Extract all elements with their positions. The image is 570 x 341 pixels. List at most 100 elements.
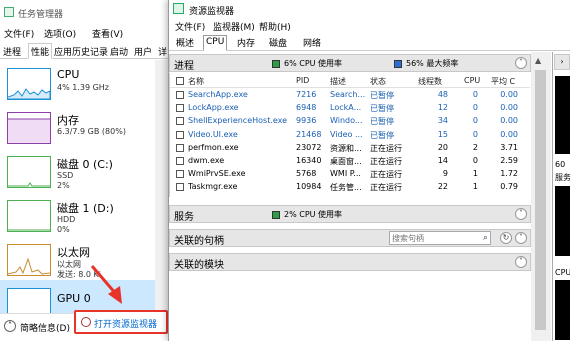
- table-row[interactable]: Taskmgr.exe 10984 任务管... 正在运行 22 1 0.79: [170, 181, 530, 194]
- cell-status: 已暂停: [370, 117, 394, 127]
- menu-monitor[interactable]: 监视器(M): [213, 20, 255, 33]
- sidebar-item-usage: 2%: [57, 181, 70, 190]
- column-pid[interactable]: PID: [296, 76, 309, 85]
- main-scrollbar[interactable]: ▲: [531, 52, 551, 341]
- chevron-down-icon[interactable]: ˅: [515, 232, 527, 244]
- menu-help[interactable]: 帮助(H): [259, 20, 291, 33]
- services-section-header[interactable]: 服务 2% CPU 使用率 ˅: [169, 205, 531, 223]
- row-checkbox[interactable]: [176, 170, 184, 179]
- chevron-down-icon[interactable]: ˅: [515, 256, 527, 268]
- cpu-usage-indicator: [272, 60, 280, 68]
- modules-section-header[interactable]: 关联的模块 ˅: [169, 253, 531, 271]
- sidebar-item-label: 磁盘 0 (C:): [57, 158, 113, 171]
- tab-processes[interactable]: 进程: [3, 45, 21, 58]
- refresh-icon[interactable]: ↻: [500, 232, 512, 244]
- handles-section-header[interactable]: 关联的句柄 ⌕ ↻ ˅: [169, 229, 531, 247]
- processes-table: 名称 PID 描述 状态 线程数 CPU 平均 C SearchApp.exe 7…: [169, 73, 531, 197]
- chevron-up-icon[interactable]: ˄: [4, 320, 16, 332]
- tab-cpu[interactable]: CPU: [203, 35, 228, 51]
- task-manager-window: 任务管理器 文件(F) 选项(O) 查看(V) 进程 性能 应用历史记录 启动 …: [0, 0, 172, 341]
- table-row[interactable]: WmiPrvSE.exe 5768 WMI P... 正在运行 9 1 1.72: [170, 168, 530, 181]
- cell-name: Video.UI.exe: [188, 129, 238, 139]
- row-checkbox[interactable]: [176, 183, 184, 192]
- cell-threads: 14: [437, 156, 448, 165]
- cell-description: Search...: [330, 90, 366, 99]
- cell-description: 桌面窗...: [330, 157, 362, 166]
- cell-name: ShellExperienceHost.exe: [188, 116, 288, 126]
- resource-monitor-app-icon: [173, 3, 184, 14]
- tab-details[interactable]: 详: [158, 45, 167, 58]
- menu-file[interactable]: 文件(F): [175, 20, 205, 33]
- sidebar-item-label: CPU: [57, 68, 80, 81]
- tab-memory[interactable]: 内存: [235, 36, 257, 49]
- scroll-up-icon[interactable]: ▲: [535, 56, 541, 65]
- cell-cpu: 0: [472, 129, 478, 139]
- sidebar-item-memory[interactable]: 内存 6.3/7.9 GB (80%): [0, 104, 155, 148]
- tab-network[interactable]: 网络: [301, 36, 323, 49]
- search-handles-box[interactable]: ⌕: [389, 231, 491, 245]
- row-checkbox[interactable]: [176, 143, 184, 152]
- processes-section-title: 进程: [174, 61, 194, 72]
- column-cpu[interactable]: CPU: [464, 76, 480, 85]
- search-handles-input[interactable]: [392, 232, 476, 244]
- cell-threads: 48: [437, 90, 448, 99]
- disk0-mini-graph: [7, 156, 51, 188]
- row-checkbox[interactable]: [176, 104, 184, 113]
- row-checkbox[interactable]: [176, 117, 184, 126]
- sidebar-item-disk-0[interactable]: 磁盘 0 (C:) SSD 2%: [0, 148, 155, 192]
- menu-options[interactable]: 选项(O): [44, 27, 76, 40]
- processes-section-header[interactable]: 进程 6% CPU 使用率 56% 最大频率 ˄: [169, 54, 531, 72]
- sidebar-item-disk-1[interactable]: 磁盘 1 (D:) HDD 0%: [0, 192, 155, 236]
- tab-overview[interactable]: 概述: [174, 36, 196, 49]
- tab-startup[interactable]: 启动: [110, 45, 128, 58]
- cell-status: 正在运行: [370, 143, 402, 153]
- table-row[interactable]: dwm.exe 16340 桌面窗... 正在运行 14 0 2.59: [170, 155, 530, 168]
- open-resource-monitor-link[interactable]: 打开资源监视器: [74, 310, 168, 334]
- menu-view[interactable]: 查看(V): [92, 27, 123, 40]
- cell-average-cpu: 0.00: [500, 103, 518, 113]
- menu-file[interactable]: 文件(F): [4, 27, 34, 40]
- scrollbar-thumb[interactable]: [535, 70, 546, 330]
- cell-cpu: 1: [472, 182, 478, 192]
- cell-pid: 16340: [296, 156, 322, 165]
- sidebar-item-ethernet[interactable]: 以太网 以太网 发送: 8.0 Ki: [0, 236, 155, 280]
- tab-app-history[interactable]: 应用历史记录: [54, 45, 108, 58]
- row-checkbox[interactable]: [176, 157, 184, 165]
- cell-threads: 9: [442, 169, 448, 179]
- column-description[interactable]: 描述: [330, 76, 346, 87]
- graph-label: CPU: [555, 268, 570, 277]
- search-icon[interactable]: ⌕: [483, 233, 488, 243]
- cell-status: 已暂停: [370, 130, 394, 140]
- chevron-right-icon[interactable]: ›: [554, 54, 570, 70]
- table-row[interactable]: LockApp.exe 6948 LockA... 已暂停 12 0 0.00: [170, 102, 530, 115]
- table-row[interactable]: SearchApp.exe 7216 Search... 已暂停 48 0 0.00: [170, 89, 530, 102]
- column-average-cpu[interactable]: 平均 C: [491, 76, 529, 87]
- chevron-up-icon[interactable]: ˄: [515, 57, 527, 69]
- tab-disk[interactable]: 磁盘: [267, 36, 289, 49]
- cell-status: 正在运行: [370, 157, 402, 166]
- table-row[interactable]: Video.UI.exe 21468 Video ... 已暂停 15 0 0.00: [170, 129, 530, 142]
- column-name[interactable]: 名称: [188, 76, 204, 87]
- column-status[interactable]: 状态: [370, 76, 386, 87]
- cell-threads: 22: [437, 182, 448, 192]
- tab-users[interactable]: 用户: [134, 45, 152, 58]
- sidebar-item-detail: SSD: [57, 171, 74, 180]
- processes-max-frequency: 56% 最大频率: [406, 59, 459, 68]
- row-checkbox[interactable]: [176, 91, 184, 99]
- services-graph: [555, 186, 570, 256]
- table-row[interactable]: perfmon.exe 23072 资源和... 正在运行 20 2 3.71: [170, 142, 530, 155]
- cpu-core-graph: [555, 280, 570, 340]
- sidebar-item-cpu[interactable]: CPU 4% 1.39 GHz: [0, 60, 155, 104]
- graph-label: 服务: [555, 173, 570, 182]
- tab-performance[interactable]: 性能: [28, 43, 53, 59]
- column-threads[interactable]: 线程数: [418, 76, 442, 87]
- table-row[interactable]: ShellExperienceHost.exe 9936 Windo... 已暂停 34…: [170, 115, 530, 128]
- task-manager-titlebar: 任务管理器: [0, 0, 172, 24]
- fewer-details-link[interactable]: 简略信息(D): [20, 321, 70, 334]
- select-all-checkbox[interactable]: [176, 77, 184, 85]
- row-checkbox[interactable]: [176, 130, 184, 139]
- cpu-mini-graph: [7, 68, 51, 100]
- chevron-down-icon[interactable]: ˅: [515, 208, 527, 220]
- cell-average-cpu: 2.59: [500, 156, 518, 165]
- cell-pid: 10984: [296, 182, 322, 192]
